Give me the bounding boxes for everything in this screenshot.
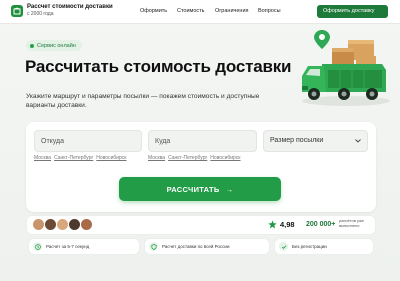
from-input[interactable] — [34, 130, 142, 152]
rating-value: 4,98 — [280, 220, 295, 229]
feature-coverage: Расчет доставки по всей России — [144, 238, 270, 255]
calculate-button[interactable]: РАССЧИТАТЬ → — [119, 177, 281, 201]
from-quick-cities: Москва Санкт-Петербург Новосибирск — [34, 155, 130, 161]
page-description: Укажите маршрут и параметры посылки — по… — [26, 93, 260, 109]
order-delivery-button[interactable]: Оформить доставку — [317, 5, 388, 18]
brand-subtitle: с 2000 года — [27, 11, 54, 17]
calculations-count-label: расчётов уже выполнено — [339, 218, 364, 228]
from-chip-moscow[interactable]: Москва — [34, 155, 51, 161]
to-chip-novosibirsk[interactable]: Новосибирск — [210, 155, 240, 161]
avatar — [80, 218, 93, 231]
rating: 4,98 — [268, 220, 295, 229]
online-badge: Сервис онлайн — [26, 40, 82, 51]
feature-no-registration: Без регистрации — [274, 238, 374, 255]
calculations-count: 200 000+ — [306, 221, 336, 228]
parcel-size-select[interactable]: Размер посылки — [263, 130, 368, 152]
nav-item-order[interactable]: Оформить — [140, 8, 167, 14]
from-chip-novosibirsk[interactable]: Новосибирск — [96, 155, 126, 161]
nav-item-restrictions[interactable]: Ограничения — [215, 8, 249, 14]
chevron-down-icon — [355, 139, 361, 143]
check-icon — [279, 242, 288, 251]
nav-item-questions[interactable]: Вопросы — [258, 8, 281, 14]
arrow-right-icon: → — [225, 184, 234, 194]
top-header: Рассчет стоимости доставки с 2000 года О… — [0, 0, 400, 24]
to-input[interactable] — [148, 130, 257, 152]
clock-icon — [33, 242, 42, 251]
status-dot-icon — [30, 43, 34, 48]
shield-icon — [149, 242, 158, 251]
feature-coverage-label: Расчет доставки по всей России — [162, 244, 230, 249]
star-icon — [268, 220, 277, 229]
parcel-size-label: Размер посылки — [270, 137, 324, 144]
feature-speed: Расчет за 5-7 секунд — [28, 238, 140, 255]
to-quick-cities: Москва Санкт-Петербург Новосибирск — [148, 155, 244, 161]
to-chip-moscow[interactable]: Москва — [148, 155, 165, 161]
brand-title: Рассчет стоимости доставки — [27, 4, 113, 10]
feature-no-registration-label: Без регистрации — [292, 244, 327, 249]
from-chip-spb[interactable]: Санкт-Петербург — [54, 155, 93, 161]
to-chip-spb[interactable]: Санкт-Петербург — [168, 155, 207, 161]
nav-item-price[interactable]: Стоимость — [177, 8, 205, 14]
calculate-button-label: РАССЧИТАТЬ — [166, 184, 220, 194]
feature-speed-label: Расчет за 5-7 секунд — [46, 244, 90, 249]
delivery-truck-illustration — [302, 30, 390, 106]
badge-label: Сервис онлайн — [37, 42, 76, 49]
package-icon[interactable] — [11, 5, 23, 17]
page-title: Рассчитать стоимость доставки — [25, 57, 292, 76]
